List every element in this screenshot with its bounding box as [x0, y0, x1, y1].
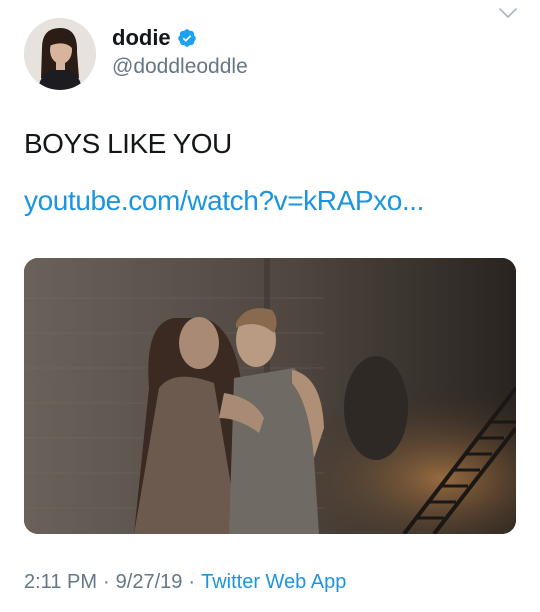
tweet-time[interactable]: 2:11 PM — [24, 571, 97, 594]
video-still-image — [24, 258, 516, 534]
verified-badge-icon — [177, 29, 196, 47]
avatar[interactable] — [24, 18, 96, 90]
tweet-card: dodie @doddleoddle BOYS LIKE YOU youtube… — [0, 0, 540, 612]
display-name[interactable]: dodie — [112, 25, 171, 51]
avatar-image — [24, 18, 96, 90]
media-thumbnail[interactable] — [24, 258, 516, 534]
tweet-link[interactable]: youtube.com/watch?v=kRAPxo... — [24, 185, 424, 217]
tweet-date[interactable]: 9/27/19 — [116, 571, 183, 594]
meta-separator: · — [188, 571, 196, 593]
meta-separator: · — [103, 571, 110, 593]
tweet-meta: 2:11 PM · 9/27/19 · Twitter Web App — [24, 571, 346, 594]
source-app-link[interactable]: Twitter Web App — [201, 571, 346, 594]
tweet-text: BOYS LIKE YOU — [24, 128, 232, 159]
name-row: dodie — [112, 25, 197, 51]
user-handle[interactable]: @doddleoddle — [112, 55, 248, 79]
chevron-down-icon[interactable] — [498, 6, 518, 20]
